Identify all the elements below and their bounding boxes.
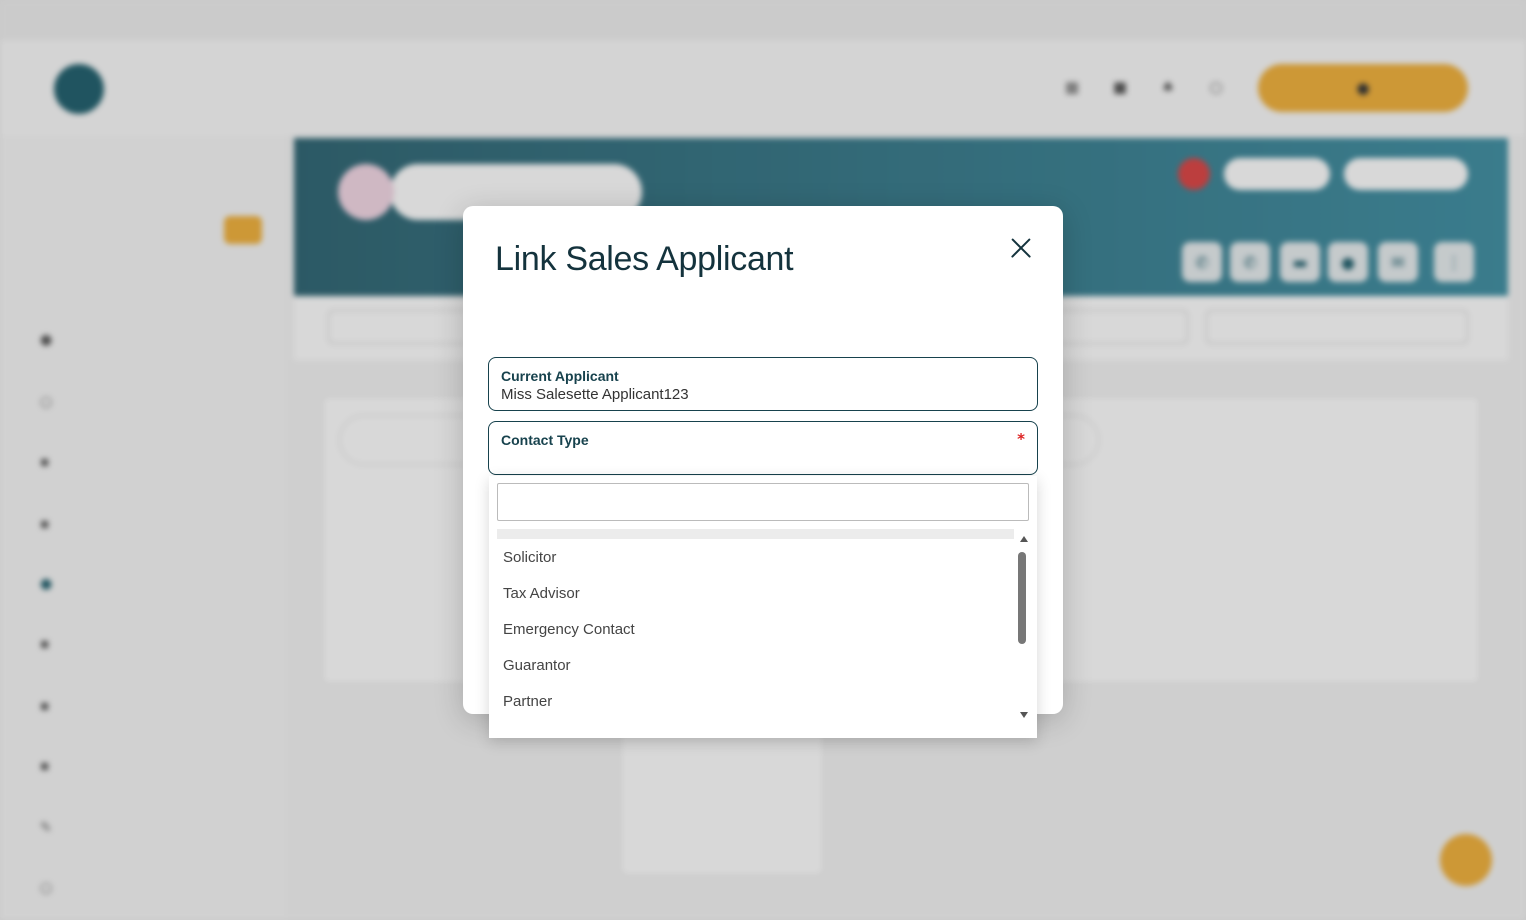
- contact-type-select[interactable]: Contact Type *: [488, 421, 1038, 475]
- current-applicant-label: Current Applicant: [501, 368, 619, 384]
- dropdown-options-list: Solicitor Tax Advisor Emergency Contact …: [489, 539, 1017, 719]
- scroll-up-icon[interactable]: [1020, 536, 1028, 542]
- option-tax-advisor[interactable]: Tax Advisor: [489, 575, 1017, 611]
- dropdown-search-input[interactable]: [497, 483, 1029, 521]
- current-applicant-field: Current Applicant Miss Salesette Applica…: [488, 357, 1038, 411]
- dialog-title: Link Sales Applicant: [495, 240, 794, 278]
- close-icon[interactable]: [1003, 230, 1039, 266]
- option-solicitor[interactable]: Solicitor: [489, 539, 1017, 575]
- contact-type-label: Contact Type: [501, 432, 589, 448]
- partially-visible-option[interactable]: [497, 529, 1014, 539]
- current-applicant-value: Miss Salesette Applicant123: [501, 386, 689, 403]
- required-marker: *: [1017, 430, 1025, 448]
- scroll-down-icon[interactable]: [1020, 712, 1028, 718]
- dropdown-scrollbar[interactable]: [1017, 532, 1029, 722]
- scrollbar-thumb[interactable]: [1018, 552, 1026, 644]
- option-emergency-contact[interactable]: Emergency Contact: [489, 611, 1017, 647]
- option-partner[interactable]: Partner: [489, 683, 1017, 719]
- contact-type-dropdown: Solicitor Tax Advisor Emergency Contact …: [489, 476, 1037, 738]
- option-guarantor[interactable]: Guarantor: [489, 647, 1017, 683]
